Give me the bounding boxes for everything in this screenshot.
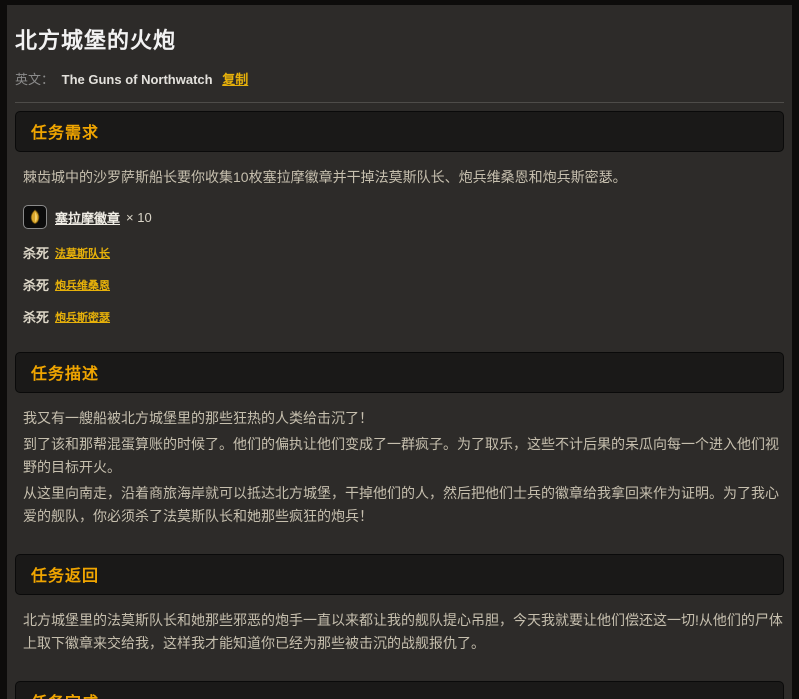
description-paragraph: 从这里向南走，沿着商旅海岸就可以抵达北方城堡，干掉他们的人，然后把他们士兵的徽章… [23,482,784,528]
section-completion: 任务完成 唉，响彻许久的枪声终於平息了。你理应得到褒奖，(玩家)。 现在还有更艰… [15,681,784,699]
divider [15,102,784,103]
kill-label: 杀死 [23,307,49,326]
section-progress: 任务返回 北方城堡里的法莫斯队长和她那些邪恶的炮手一直以来都让我的舰队提心吊胆，… [15,554,784,655]
description-paragraph: 到了该和那帮混蛋算账的时候了。他们的偏执让他们变成了一群疯子。为了取乐，这些不计… [23,433,784,479]
progress-paragraph: 北方城堡里的法莫斯队长和她那些邪恶的炮手一直以来都让我的舰队提心吊胆，今天我就要… [23,609,784,655]
theramore-medal-icon[interactable] [23,205,47,229]
progress-header: 任务返回 [15,554,784,595]
required-item-row: 塞拉摩徽章 × 10 [23,205,784,229]
description-header: 任务描述 [15,352,784,393]
kill-target-link-cannoneer-1[interactable]: 炮兵维桑恩 [55,277,110,293]
kill-target-link-captain[interactable]: 法莫斯队长 [55,245,110,261]
kill-label: 杀死 [23,275,49,294]
completion-heading: 任务完成 [31,695,99,699]
kill-row: 杀死 法莫斯队长 [23,243,784,262]
requirements-heading: 任务需求 [31,125,99,142]
requirements-intro: 棘齿城中的沙罗萨斯船长要你收集10枚塞拉摩徽章并干掉法莫斯队长、炮兵维桑恩和炮兵… [23,166,784,189]
kill-row: 杀死 炮兵维桑恩 [23,275,784,294]
kill-target-link-cannoneer-2[interactable]: 炮兵斯密瑟 [55,309,110,325]
progress-heading: 任务返回 [31,568,99,585]
section-description: 任务描述 我又有一艘船被北方城堡里的那些狂热的人类给击沉了！ 到了该和那帮混蛋算… [15,352,784,528]
english-label: 英文： [15,72,54,87]
kill-row: 杀死 炮兵斯密瑟 [23,307,784,326]
english-title-value: The Guns of Northwatch [62,72,213,87]
description-heading: 任务描述 [31,366,99,383]
english-title-row: 英文： The Guns of Northwatch 复制 [15,69,784,88]
item-link[interactable]: 塞拉摩徽章 [55,208,120,227]
requirements-header: 任务需求 [15,111,784,152]
quest-page: 北方城堡的火炮 英文： The Guns of Northwatch 复制 任务… [7,5,792,699]
completion-header: 任务完成 [15,681,784,699]
item-count: × 10 [126,210,152,225]
description-paragraph: 我又有一艘船被北方城堡里的那些狂热的人类给击沉了！ [23,407,784,430]
copy-button[interactable]: 复制 [222,72,248,87]
quest-title: 北方城堡的火炮 [15,23,784,55]
section-requirements: 任务需求 棘齿城中的沙罗萨斯船长要你收集10枚塞拉摩徽章并干掉法莫斯队长、炮兵维… [15,111,784,326]
kill-label: 杀死 [23,243,49,262]
